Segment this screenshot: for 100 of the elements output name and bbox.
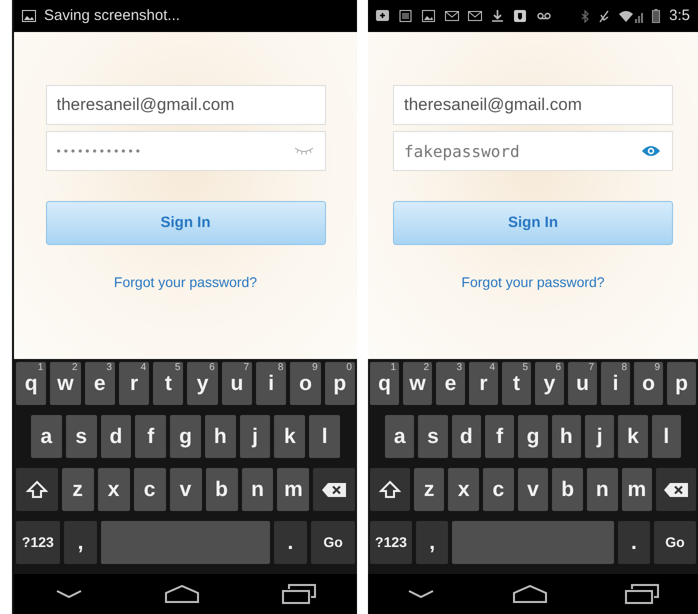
backspace-key[interactable] (313, 468, 356, 511)
key[interactable]: g (518, 415, 548, 458)
key[interactable]: z (62, 468, 94, 511)
key[interactable]: p (667, 362, 696, 405)
email-field[interactable]: theresaneil@gmail.com (393, 85, 673, 125)
key[interactable]: v (518, 468, 548, 511)
key[interactable]: j (584, 415, 614, 458)
key-hint: 4 (489, 362, 495, 374)
backspace-key[interactable] (656, 468, 696, 511)
clock-time: 3:5 (669, 6, 690, 26)
key[interactable]: h (552, 415, 581, 458)
key[interactable]: u 7 (568, 362, 597, 405)
key[interactable]: t 5 (153, 362, 184, 405)
plus-icon (376, 10, 390, 22)
key[interactable]: s (418, 415, 448, 458)
key[interactable]: e 3 (84, 362, 115, 405)
key[interactable]: h (204, 415, 236, 458)
key[interactable]: b (552, 468, 583, 511)
bluetooth-icon (581, 10, 590, 22)
home-icon[interactable] (164, 585, 200, 603)
key-hint: 7 (588, 362, 594, 374)
key[interactable]: g (170, 415, 201, 458)
key[interactable]: q 1 (370, 362, 399, 405)
key-hint: 8 (621, 362, 627, 374)
shift-key[interactable] (370, 468, 410, 511)
key[interactable]: c (483, 468, 514, 511)
key[interactable]: b (206, 468, 238, 511)
key-hint: 4 (140, 362, 146, 374)
key-hint: 1 (390, 362, 396, 374)
key[interactable]: k (618, 415, 648, 458)
key[interactable]: c (134, 468, 166, 511)
key[interactable]: p 0 (324, 362, 355, 405)
key[interactable]: v (170, 468, 202, 511)
key[interactable]: l (309, 415, 340, 458)
key-hint: 6 (555, 362, 561, 374)
key[interactable]: Go (654, 521, 696, 564)
home-icon[interactable] (512, 585, 548, 603)
key[interactable]: s (66, 415, 97, 458)
key[interactable]: a (385, 415, 414, 458)
key[interactable]: y 6 (535, 362, 564, 405)
key[interactable]: . (274, 521, 308, 564)
key[interactable]: ?123 (16, 521, 60, 564)
key[interactable]: x (98, 468, 130, 511)
key-hint: 3 (106, 362, 112, 374)
key[interactable]: i 8 (601, 362, 630, 405)
password-field[interactable]: fakepassword (393, 131, 673, 171)
key[interactable]: , (416, 521, 448, 564)
key[interactable]: d (100, 415, 132, 458)
key[interactable]: , (64, 521, 98, 564)
recent-apps-icon[interactable] (625, 584, 660, 604)
key[interactable]: t 5 (502, 362, 531, 405)
key[interactable]: l (652, 415, 681, 458)
download-icon (491, 10, 505, 22)
key[interactable]: r 4 (118, 362, 150, 405)
key[interactable]: x (448, 468, 480, 511)
key[interactable]: Go (311, 521, 355, 564)
key[interactable]: e 3 (436, 362, 465, 405)
key[interactable]: j (240, 415, 270, 458)
key-hint: 6 (209, 362, 215, 374)
key-hint: 9 (312, 362, 318, 374)
key[interactable]: z (414, 468, 444, 511)
key[interactable]: r 4 (469, 362, 498, 405)
email-field[interactable]: theresaneil@gmail.com (46, 85, 326, 125)
image-icon (422, 10, 436, 22)
back-icon[interactable] (406, 589, 435, 599)
key[interactable]: k (274, 415, 306, 458)
key[interactable]: d (452, 415, 481, 458)
forgot-password-link[interactable]: Forgot your password? (114, 272, 258, 293)
key-hint: 9 (654, 362, 660, 374)
key[interactable]: ?123 (370, 521, 412, 564)
key[interactable]: a (31, 415, 62, 458)
key[interactable]: y 6 (187, 362, 218, 405)
card-icon (514, 10, 528, 22)
key[interactable]: m (622, 468, 652, 511)
key[interactable]: u 7 (222, 362, 252, 405)
key[interactable]: m (277, 468, 310, 511)
key[interactable]: o 9 (634, 362, 663, 405)
key-hint: 2 (72, 362, 78, 374)
key[interactable]: n (586, 468, 618, 511)
key[interactable]: . (618, 521, 650, 564)
key[interactable]: w 2 (403, 362, 432, 405)
key[interactable]: o 9 (290, 362, 321, 405)
key-hint: 7 (244, 362, 250, 374)
password-field[interactable]: •••••••••••• (46, 131, 326, 171)
back-icon[interactable] (54, 589, 83, 599)
key[interactable]: n (242, 468, 274, 511)
key[interactable]: w 2 (50, 362, 81, 405)
recent-apps-icon[interactable] (282, 584, 316, 604)
shift-key[interactable] (16, 468, 58, 511)
key[interactable]: q 1 (16, 362, 46, 405)
mute-icon (598, 10, 610, 22)
key-hint: 1 (38, 362, 44, 374)
image-icon (22, 10, 36, 22)
voicemail-icon (537, 10, 551, 22)
key[interactable]: i 8 (256, 362, 286, 405)
key[interactable]: f (135, 415, 166, 458)
key[interactable]: f (484, 415, 514, 458)
battery-icon (652, 9, 660, 23)
forgot-password-link[interactable]: Forgot your password? (461, 272, 605, 293)
eye-icon[interactable] (641, 144, 661, 158)
